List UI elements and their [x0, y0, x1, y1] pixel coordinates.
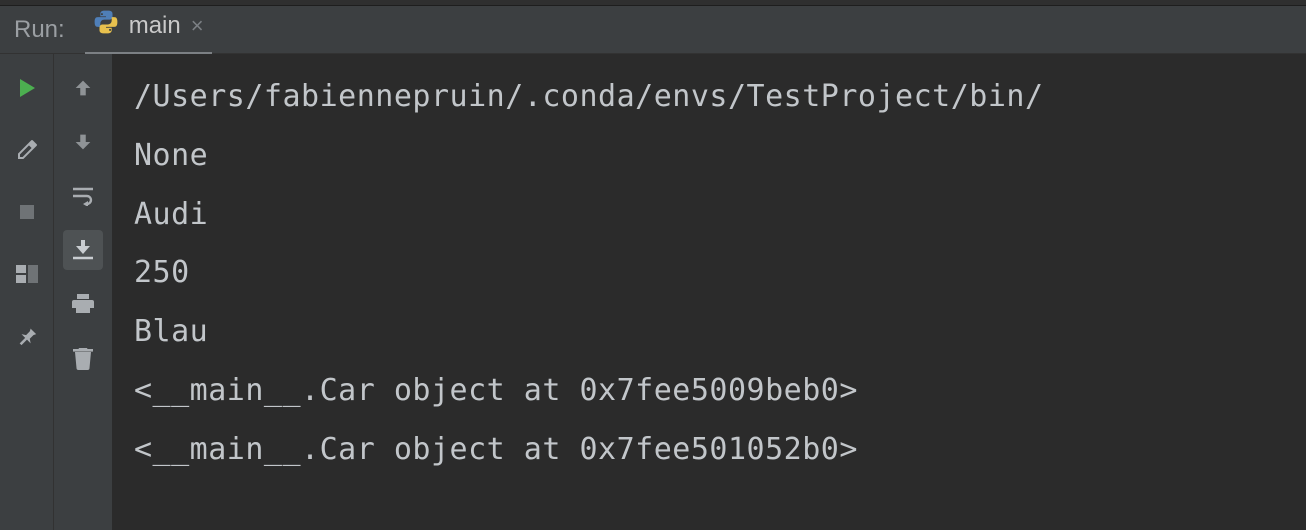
console-line: Blau	[134, 303, 1288, 362]
print-button[interactable]	[63, 284, 103, 324]
run-panel-label: Run:	[14, 16, 65, 44]
console-line: <__main__.Car object at 0x7fee501052b0>	[134, 421, 1288, 480]
console-output[interactable]: /Users/fabiennepruin/.conda/envs/TestPro…	[112, 54, 1306, 530]
up-stack-button[interactable]	[63, 68, 103, 108]
console-actions-column	[54, 54, 112, 530]
console-line: 250	[134, 244, 1288, 303]
tab-main[interactable]: main ×	[85, 3, 212, 56]
clear-all-button[interactable]	[63, 338, 103, 378]
python-file-icon	[93, 9, 119, 42]
layout-button[interactable]	[7, 254, 47, 294]
console-line: <__main__.Car object at 0x7fee5009beb0>	[134, 362, 1288, 421]
stop-button[interactable]	[7, 192, 47, 232]
pin-button[interactable]	[7, 316, 47, 356]
rerun-button[interactable]	[7, 68, 47, 108]
down-stack-button[interactable]	[63, 122, 103, 162]
console-line: None	[134, 127, 1288, 186]
run-tab-bar: Run: main ×	[0, 6, 1306, 54]
soft-wrap-button[interactable]	[63, 176, 103, 216]
run-body: /Users/fabiennepruin/.conda/envs/TestPro…	[0, 54, 1306, 530]
run-actions-column	[0, 54, 54, 530]
scroll-to-end-button[interactable]	[63, 230, 103, 270]
console-line: Audi	[134, 186, 1288, 245]
tab-title: main	[129, 12, 181, 40]
edit-config-button[interactable]	[7, 130, 47, 170]
console-line: /Users/fabiennepruin/.conda/envs/TestPro…	[134, 68, 1288, 127]
close-tab-icon[interactable]: ×	[191, 15, 204, 37]
